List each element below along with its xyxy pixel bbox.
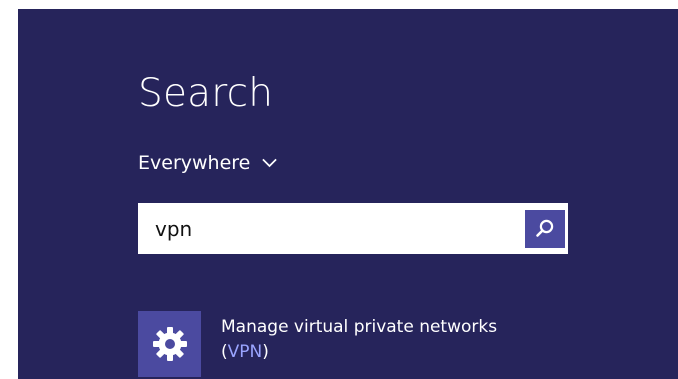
gear-icon (152, 327, 187, 361)
result-query-highlight: VPN (227, 342, 263, 362)
result-text: Manage virtual private networks (VPN) (221, 311, 497, 379)
search-result-item[interactable]: Manage virtual private networks (VPN) (138, 311, 608, 379)
search-scope-label: Everywhere (138, 152, 251, 174)
result-title-close-paren: ) (262, 342, 269, 362)
search-button[interactable] (525, 210, 565, 248)
search-icon (536, 219, 554, 237)
search-box[interactable] (138, 203, 568, 254)
result-icon-tile (138, 311, 201, 377)
search-charm-pane: Search Everywhere vpn Manage virtual pri… (18, 9, 678, 379)
result-title-line-2: (VPN) (221, 340, 497, 365)
search-scope-dropdown[interactable]: Everywhere (138, 149, 278, 177)
search-title: Search (138, 71, 274, 116)
chevron-down-icon (262, 158, 278, 168)
search-input[interactable] (138, 203, 518, 254)
result-title-open-paren: ( (221, 342, 228, 362)
result-title-line-1: Manage virtual private networks (221, 317, 498, 337)
